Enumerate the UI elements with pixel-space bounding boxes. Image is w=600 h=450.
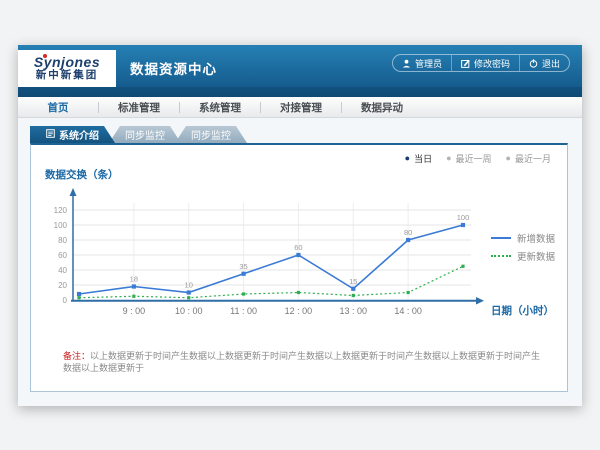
company-logo[interactable]: Synjones 新中新集团 bbox=[18, 50, 116, 87]
svg-text:0: 0 bbox=[63, 296, 68, 305]
svg-text:10 : 00: 10 : 00 bbox=[175, 306, 203, 316]
dotted-line-icon bbox=[491, 255, 511, 257]
legend-item-update-data[interactable]: 更新数据 bbox=[491, 247, 555, 265]
nav-item-interface-mgmt[interactable]: 对接管理 bbox=[261, 100, 341, 115]
svg-text:120: 120 bbox=[54, 206, 68, 215]
note-prefix: 备注： bbox=[63, 351, 90, 361]
svg-text:20: 20 bbox=[58, 281, 67, 290]
chart-panel: ● 当日 ● 最近一周 ● 最近一月 数据交换（条） 0204060801001… bbox=[30, 143, 568, 392]
svg-text:60: 60 bbox=[58, 251, 67, 260]
svg-text:40: 40 bbox=[58, 266, 67, 275]
header-bottom-strip bbox=[18, 87, 582, 97]
admin-user-button[interactable]: 管理员 bbox=[393, 55, 451, 71]
x-axis-title: 日期（小时） bbox=[491, 303, 554, 318]
svg-text:11 : 00: 11 : 00 bbox=[230, 306, 257, 316]
svg-text:18: 18 bbox=[130, 275, 138, 284]
svg-text:80: 80 bbox=[404, 228, 412, 237]
svg-text:9 : 00: 9 : 00 bbox=[123, 306, 146, 316]
tab-sync-monitor-2[interactable]: 同步监控 bbox=[175, 126, 247, 143]
svg-text:15: 15 bbox=[349, 277, 357, 286]
nav-item-standard-mgmt[interactable]: 标准管理 bbox=[99, 100, 179, 115]
filter-last-month-label: 最近一月 bbox=[515, 152, 551, 165]
tab-system-intro-label: 系统介绍 bbox=[59, 127, 99, 142]
user-icon bbox=[402, 59, 411, 68]
tab-sync-monitor-1-label: 同步监控 bbox=[125, 127, 165, 142]
svg-text:10: 10 bbox=[185, 281, 193, 290]
svg-text:35: 35 bbox=[239, 262, 247, 271]
user-bar: 管理员 修改密码 退出 bbox=[392, 54, 570, 72]
footer-note: 备注：以上数据更新于时间产生数据以上数据更新于时间产生数据以上数据更新于时间产生… bbox=[63, 350, 549, 374]
svg-text:100: 100 bbox=[457, 213, 470, 222]
svg-text:60: 60 bbox=[294, 243, 302, 252]
logout-label: 退出 bbox=[542, 57, 560, 70]
legend-label-update-data: 更新数据 bbox=[517, 249, 555, 263]
power-icon bbox=[529, 59, 538, 68]
logo-text-cn: 新中新集团 bbox=[36, 69, 99, 82]
svg-text:80: 80 bbox=[58, 236, 67, 245]
filter-last-month[interactable]: ● 最近一月 bbox=[506, 152, 551, 165]
edit-icon bbox=[461, 59, 470, 68]
tabs-row: 系统介绍 同步监控 同步监控 bbox=[30, 126, 582, 143]
chart-legend: 新增数据 更新数据 bbox=[491, 229, 555, 265]
tab-sync-monitor-2-label: 同步监控 bbox=[191, 127, 231, 142]
change-password-button[interactable]: 修改密码 bbox=[451, 55, 519, 71]
document-icon bbox=[46, 129, 55, 141]
svg-text:13 : 00: 13 : 00 bbox=[340, 306, 368, 316]
change-password-label: 修改密码 bbox=[474, 57, 510, 70]
svg-text:12 : 00: 12 : 00 bbox=[285, 306, 313, 316]
solid-line-icon bbox=[491, 237, 511, 239]
nav-item-home[interactable]: 首页 bbox=[18, 100, 98, 115]
logout-button[interactable]: 退出 bbox=[519, 55, 569, 71]
legend-item-new-data[interactable]: 新增数据 bbox=[491, 229, 555, 247]
note-text: 以上数据更新于时间产生数据以上数据更新于时间产生数据以上数据更新于时间产生数据以… bbox=[63, 351, 540, 373]
admin-user-label: 管理员 bbox=[415, 57, 442, 70]
svg-text:100: 100 bbox=[54, 221, 68, 230]
line-chart: 0 20 40 60 80 100 120 9 : 00 10 : 00 11 : 00 12 : … bbox=[31, 145, 491, 330]
nav-item-system-mgmt[interactable]: 系统管理 bbox=[180, 100, 260, 115]
tab-system-intro[interactable]: 系统介绍 bbox=[30, 126, 115, 143]
content-area: 系统介绍 同步监控 同步监控 ● 当日 ● 最近一周 ● bbox=[18, 118, 582, 406]
tab-sync-monitor-1[interactable]: 同步监控 bbox=[109, 126, 181, 143]
app-window: Synjones 新中新集团 数据资源中心 管理员 修改密码 bbox=[18, 45, 582, 406]
nav-item-data-change[interactable]: 数据异动 bbox=[342, 100, 422, 115]
logo-text-en: Synjones bbox=[34, 55, 100, 69]
header: Synjones 新中新集团 数据资源中心 管理员 修改密码 bbox=[18, 45, 582, 87]
logo-red-dot-icon bbox=[43, 54, 47, 58]
main-nav: 首页 标准管理 系统管理 对接管理 数据异动 bbox=[18, 97, 582, 118]
legend-label-new-data: 新增数据 bbox=[517, 231, 555, 245]
page-title: 数据资源中心 bbox=[130, 58, 217, 78]
svg-text:14 : 00: 14 : 00 bbox=[394, 306, 422, 316]
page-background: { "brand": { "logo_line1": "Synjones", "… bbox=[0, 0, 600, 450]
radio-dot-icon: ● bbox=[506, 154, 511, 163]
